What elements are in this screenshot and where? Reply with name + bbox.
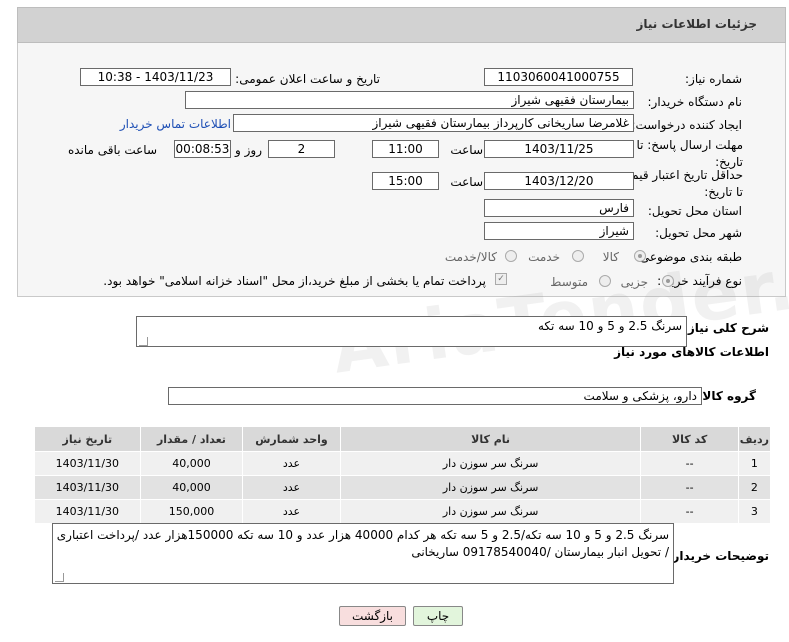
- buyer-org-field: بیمارستان فقیهی شیراز: [185, 91, 634, 109]
- announce-field: 1403/11/23 - 10:38: [80, 68, 231, 86]
- validity-time-field: 15:00: [372, 172, 439, 190]
- buyer-notes-label: توضیحات خریدار:: [667, 549, 769, 563]
- deadline-time-field: 11:00: [372, 140, 439, 158]
- table-row[interactable]: 3 -- سرنگ سر سوزن دار عدد 150,000 1403/1…: [34, 499, 772, 524]
- province-field: فارس: [484, 199, 634, 217]
- col-code-header: کد کالا: [640, 426, 739, 452]
- category-goods-radio[interactable]: [634, 250, 646, 262]
- deadline-date-field: 1403/11/25: [484, 140, 634, 158]
- cell-row: 2: [737, 475, 772, 500]
- cell-date: 1403/11/30: [34, 499, 141, 524]
- need-number-label: شماره نیاز:: [685, 72, 742, 86]
- cell-qty: 150,000: [139, 499, 244, 524]
- days-label: روز و: [235, 143, 262, 157]
- summary-field[interactable]: سرنگ 2.5 و 5 و 10 سه تکه: [136, 316, 687, 347]
- cell-unit: عدد: [242, 475, 341, 500]
- goods-group-field: دارو، پزشکی و سلامت: [168, 387, 702, 405]
- cell-qty: 40,000: [139, 451, 244, 476]
- deadline-time-label: ساعت: [450, 143, 483, 157]
- validity-date-field: 1403/12/20: [484, 172, 634, 190]
- category-service-radio[interactable]: [572, 250, 584, 262]
- print-button[interactable]: چاپ: [413, 606, 463, 626]
- city-field: شیراز: [484, 222, 634, 240]
- cell-name: سرنگ سر سوزن دار: [339, 499, 642, 524]
- category-both-radio[interactable]: [505, 250, 517, 262]
- buyer-notes-field[interactable]: سرنگ 2.5 و 5 و 10 سه تکه/2.5 و 5 سه تکه …: [52, 523, 674, 584]
- col-name-header: نام کالا: [339, 426, 642, 452]
- cell-qty: 40,000: [139, 475, 244, 500]
- cell-row: 3: [737, 499, 772, 524]
- table-row[interactable]: 2 -- سرنگ سر سوزن دار عدد 40,000 1403/11…: [34, 475, 772, 500]
- process-minor-label: جزیی: [620, 275, 648, 289]
- cell-name: سرنگ سر سوزن دار: [339, 475, 642, 500]
- goods-group-label: گروه کالا:: [697, 389, 756, 403]
- province-label: استان محل تحویل:: [647, 204, 742, 218]
- table-row[interactable]: 1 -- سرنگ سر سوزن دار عدد 40,000 1403/11…: [34, 451, 772, 476]
- city-label: شهر محل تحویل:: [655, 226, 742, 240]
- cell-code: --: [640, 475, 739, 500]
- deadline-label: مهلت ارسال پاسخ: تا تاریخ:: [636, 138, 743, 169]
- payment-treasury-checkbox[interactable]: ✓: [495, 273, 507, 285]
- col-unit-header: واحد شمارش: [242, 426, 341, 452]
- category-label: طبقه بندی موضوعی:: [635, 250, 742, 264]
- col-row-header: ردیف: [737, 426, 772, 452]
- announce-label: تاریخ و ساعت اعلان عمومی:: [235, 72, 380, 86]
- category-goods-label: کالا: [602, 250, 619, 264]
- process-medium-radio[interactable]: [599, 275, 611, 287]
- table-header-row: ردیف کد کالا نام کالا واحد شمارش تعداد /…: [34, 426, 772, 452]
- goods-table: ردیف کد کالا نام کالا واحد شمارش تعداد /…: [34, 426, 772, 524]
- cell-date: 1403/11/30: [34, 451, 141, 476]
- process-minor-radio[interactable]: [662, 275, 674, 287]
- category-both-label: کالا/خدمت: [444, 250, 497, 264]
- cell-code: --: [640, 499, 739, 524]
- cell-unit: عدد: [242, 451, 341, 476]
- cell-code: --: [640, 451, 739, 476]
- col-date-header: تاریخ نیاز: [34, 426, 141, 452]
- remaining-label: ساعت باقی مانده: [67, 143, 157, 157]
- category-service-label: خدمت: [528, 250, 560, 264]
- remaining-time-field: 00:08:53: [174, 140, 231, 158]
- need-number-field: 1103060041000755: [484, 68, 633, 86]
- buyer-org-label: نام دستگاه خریدار:: [647, 95, 743, 109]
- payment-note: پرداخت تمام یا بخشی از مبلغ خرید،از محل …: [103, 274, 486, 288]
- validity-time-label: ساعت: [450, 175, 483, 189]
- creator-label: ایجاد کننده درخواست:: [631, 118, 742, 132]
- page-title: جزئیات اطلاعات نیاز: [636, 17, 757, 31]
- col-qty-header: تعداد / مقدار: [139, 426, 244, 452]
- buyer-contact-link[interactable]: اطلاعات تماس خریدار: [120, 117, 231, 131]
- goods-info-title: اطلاعات کالاهای مورد نیاز: [614, 345, 769, 359]
- creator-field: غلامرضا ساریخانی کارپرداز بیمارستان فقیه…: [233, 114, 634, 132]
- cell-row: 1: [737, 451, 772, 476]
- days-field: 2: [268, 140, 335, 158]
- cell-name: سرنگ سر سوزن دار: [339, 451, 642, 476]
- back-button[interactable]: بازگشت: [339, 606, 406, 626]
- cell-unit: عدد: [242, 499, 341, 524]
- process-medium-label: متوسط: [550, 275, 588, 289]
- summary-label: شرح کلی نیاز:: [683, 321, 769, 335]
- cell-date: 1403/11/30: [34, 475, 141, 500]
- resize-handle[interactable]: [139, 337, 148, 346]
- resize-handle[interactable]: [55, 573, 64, 582]
